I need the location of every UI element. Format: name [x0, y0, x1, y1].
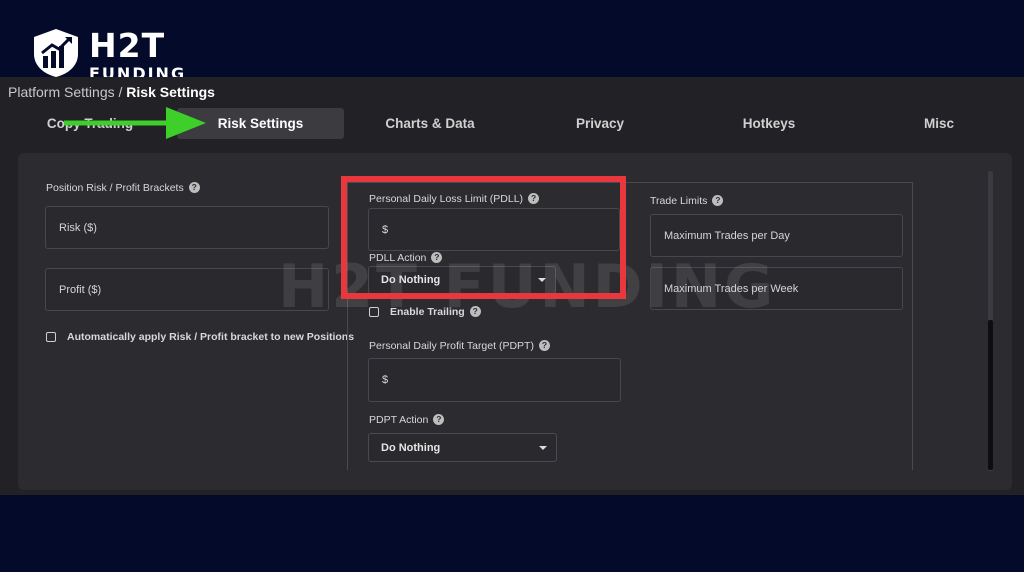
enable-trailing-checkbox[interactable]: [369, 307, 379, 317]
pdpt-action-value: Do Nothing: [381, 441, 441, 454]
help-icon[interactable]: ?: [538, 340, 550, 351]
help-icon[interactable]: ?: [528, 193, 540, 204]
chevron-down-icon: [538, 278, 546, 282]
pdll-input[interactable]: $: [368, 208, 620, 251]
breadcrumb: Platform Settings / Risk Settings: [8, 84, 215, 100]
help-icon[interactable]: ?: [433, 414, 445, 425]
profit-input[interactable]: Profit ($): [45, 268, 329, 311]
pdpt-heading: Personal Daily Profit Target (PDPT)?: [369, 340, 550, 352]
pdpt-input[interactable]: $: [368, 358, 621, 402]
tab-hotkeys[interactable]: Hotkeys: [719, 108, 819, 139]
group-border-top: [347, 182, 913, 183]
pdll-action-value: Do Nothing: [381, 274, 441, 286]
chevron-down-icon: [539, 445, 547, 450]
scrollbar-thumb[interactable]: [988, 320, 993, 470]
brand-name: H2T: [89, 28, 166, 65]
help-icon[interactable]: ?: [712, 195, 724, 206]
help-icon[interactable]: ?: [431, 252, 443, 263]
tab-charts-data[interactable]: Charts & Data: [370, 108, 490, 139]
help-icon[interactable]: ?: [469, 306, 481, 317]
group-border-right: [912, 182, 913, 470]
group-border-left: [347, 182, 348, 470]
pdpt-action-label: PDPT Action?: [369, 414, 445, 426]
auto-apply-label: Automatically apply Risk / Profit bracke…: [67, 331, 355, 343]
tab-privacy[interactable]: Privacy: [550, 108, 650, 139]
green-arrow-icon: [64, 107, 206, 139]
risk-input[interactable]: Risk ($): [45, 206, 329, 249]
chart-shield-icon: [34, 29, 78, 77]
pdll-action-select[interactable]: Do Nothing: [368, 266, 556, 294]
help-icon[interactable]: ?: [188, 182, 200, 193]
max-trades-per-day-input[interactable]: Maximum Trades per Day: [650, 214, 903, 257]
breadcrumb-parent[interactable]: Platform Settings /: [8, 84, 126, 100]
trade-limits-heading: Trade Limits?: [650, 195, 724, 207]
position-brackets-heading: Position Risk / Profit Brackets?: [46, 182, 200, 194]
auto-apply-checkbox[interactable]: [46, 332, 56, 342]
enable-trailing-label: Enable Trailing?: [390, 306, 481, 318]
pdll-heading: Personal Daily Loss Limit (PDLL)?: [369, 193, 540, 205]
pdpt-action-select[interactable]: Do Nothing: [368, 433, 557, 462]
h2t-logo: H2T FUNDING: [32, 28, 212, 78]
brand-text: H2T FUNDING: [89, 28, 186, 78]
pdll-action-label: PDLL Action?: [369, 252, 443, 264]
breadcrumb-current: Risk Settings: [126, 84, 215, 100]
tab-misc[interactable]: Misc: [889, 108, 989, 139]
max-trades-per-week-input[interactable]: Maximum Trades per Week: [650, 267, 903, 310]
